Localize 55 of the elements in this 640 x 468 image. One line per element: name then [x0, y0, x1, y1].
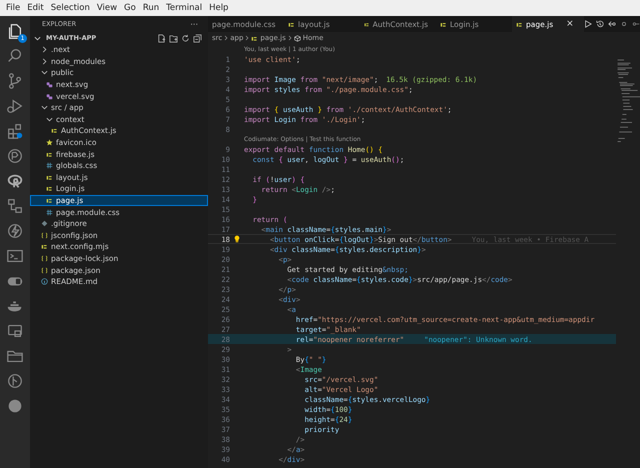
logo-icon[interactable] — [6, 172, 24, 190]
refresh-icon[interactable] — [181, 34, 190, 42]
js-file-icon — [51, 127, 58, 134]
js-file-icon — [46, 197, 53, 204]
new-file-icon[interactable] — [157, 34, 166, 42]
circle-icon[interactable] — [6, 147, 24, 165]
json-file-icon — [41, 254, 48, 262]
lightbulb-icon[interactable] — [234, 235, 240, 243]
chevron-icon — [245, 35, 250, 41]
cube-icon — [294, 34, 301, 42]
go-forward-icon[interactable] — [632, 20, 640, 28]
go-back-icon[interactable] — [608, 20, 616, 28]
js-file-icon — [364, 20, 370, 28]
collapse-all-icon[interactable] — [193, 34, 202, 42]
menu-item[interactable]: Terminal — [166, 3, 202, 13]
css-file-icon — [46, 208, 53, 216]
menu-item[interactable]: Help — [209, 3, 228, 13]
circle-icon[interactable] — [620, 20, 628, 28]
remote-explorer-icon[interactable] — [6, 197, 24, 215]
js-file-icon — [41, 243, 48, 250]
ico-file-icon — [46, 139, 53, 146]
circle-icon[interactable] — [6, 372, 24, 390]
screen-icon[interactable] — [6, 322, 24, 340]
close-button[interactable]: × — [566, 19, 574, 29]
run-debug-icon[interactable] — [6, 97, 24, 115]
js-file-icon — [288, 20, 295, 28]
history-icon[interactable] — [596, 20, 604, 28]
circle-icon[interactable] — [6, 397, 24, 415]
js-file-icon — [46, 185, 53, 192]
css-file-icon — [46, 162, 53, 170]
lightning-icon[interactable] — [6, 222, 24, 240]
more-actions-button[interactable]: ··· — [190, 20, 198, 28]
js-file-icon — [440, 20, 447, 28]
source-control-icon[interactable] — [6, 72, 24, 90]
menu-item[interactable]: Selection — [50, 3, 90, 13]
json-file-icon — [41, 266, 48, 274]
menu-item[interactable]: File — [6, 3, 20, 13]
js-file-icon — [46, 174, 53, 181]
menu-item[interactable]: Run — [142, 3, 160, 13]
new-folder-icon[interactable] — [169, 34, 178, 42]
files-icon[interactable] — [6, 22, 24, 40]
json-file-icon — [41, 232, 48, 239]
chevron-icon — [224, 35, 228, 41]
js-file-icon — [251, 34, 258, 42]
chevron-icon — [288, 35, 292, 41]
git-file-icon — [41, 220, 48, 228]
run-icon[interactable] — [584, 20, 592, 28]
terminal-icon[interactable] — [6, 247, 24, 265]
md-file-icon — [41, 278, 48, 286]
js-file-icon — [516, 20, 523, 28]
extensions-icon[interactable] — [6, 122, 24, 140]
menu-item[interactable]: Go — [124, 3, 136, 13]
menu-item[interactable]: Edit — [27, 3, 44, 13]
menu-item[interactable]: View — [96, 3, 118, 13]
js-file-icon — [46, 150, 53, 158]
